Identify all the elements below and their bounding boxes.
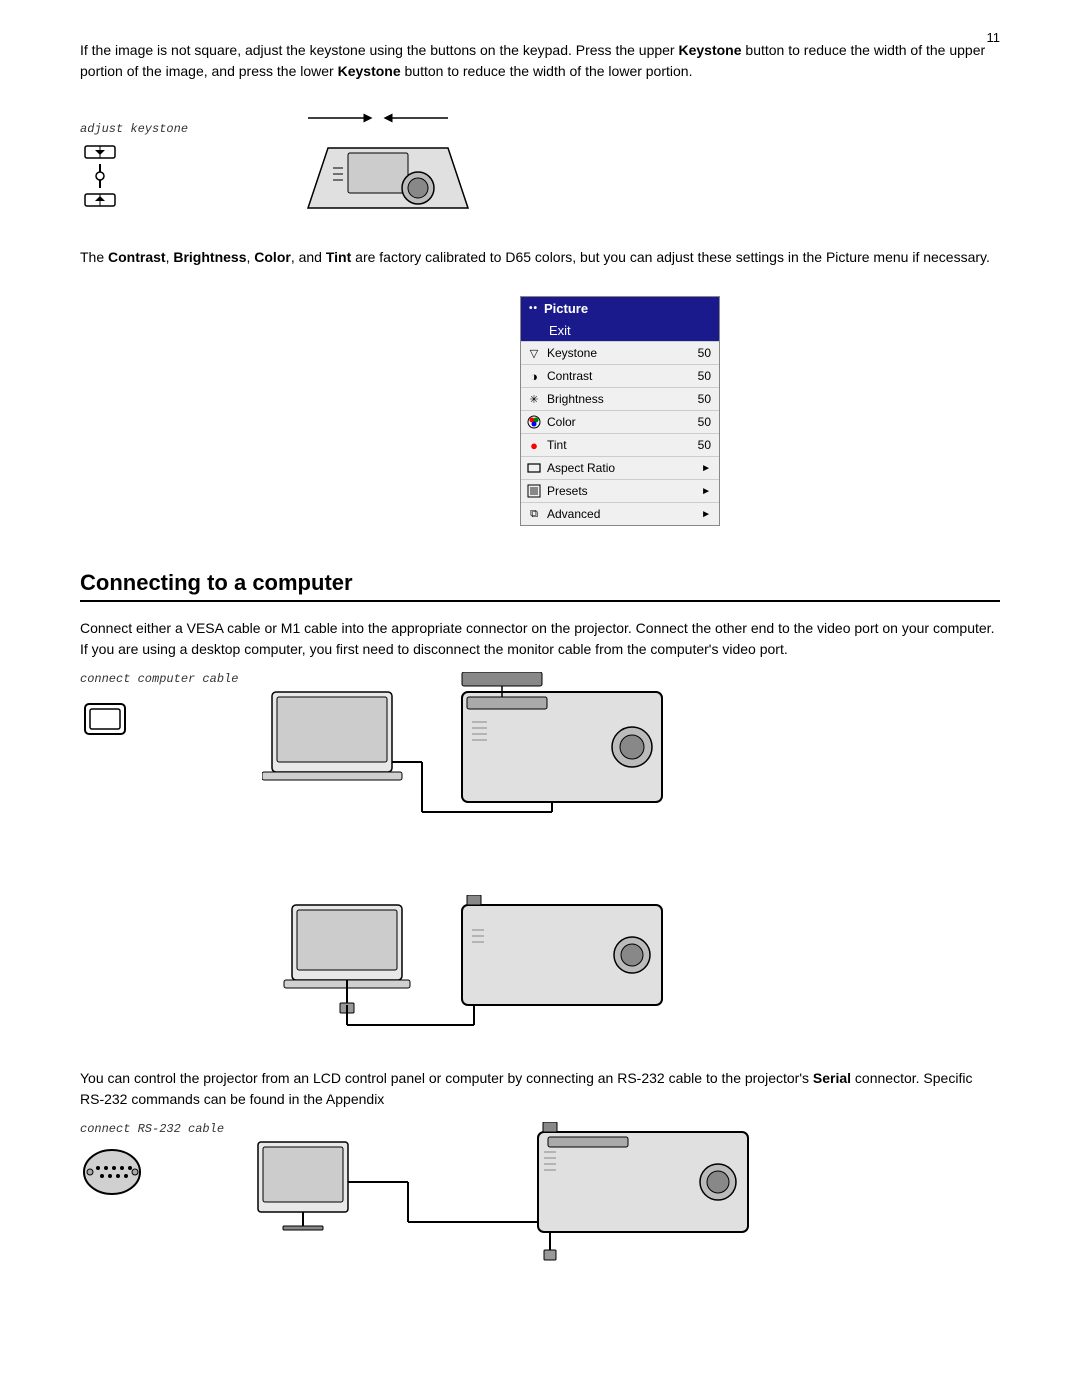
aspect-ratio-label: Aspect Ratio (547, 461, 697, 475)
menu-item-tint[interactable]: ● Tint 50 (521, 433, 719, 456)
picture-paragraph: The Contrast, Brightness, Color, and Tin… (80, 247, 1000, 268)
tint-value: 50 (698, 438, 711, 452)
color-label: Color (547, 415, 694, 429)
keystone-value: 50 (698, 346, 711, 360)
keystone-projector-diagram (248, 98, 508, 231)
advanced-menu-icon: ⧉ (525, 505, 543, 523)
tint-menu-icon: ● (525, 436, 543, 454)
advanced-label: Advanced (547, 507, 697, 521)
cable-icon (80, 694, 238, 747)
menu-item-advanced[interactable]: ⧉ Advanced ► (521, 502, 719, 525)
connect-cable-diagram-right (262, 672, 1000, 1048)
menu-dots-icon: •• (529, 303, 538, 314)
connecting-paragraph: Connect either a VESA cable or M1 cable … (80, 618, 1000, 660)
presets-label: Presets (547, 484, 697, 498)
keystone-bottom-icon (80, 192, 120, 208)
keystone-paragraph: If the image is not square, adjust the k… (80, 40, 1000, 82)
page-number: 11 (987, 30, 1001, 45)
menu-item-keystone[interactable]: ▽ Keystone 50 (521, 341, 719, 364)
color-value: 50 (698, 415, 711, 429)
brightness-label: Brightness (547, 392, 694, 406)
menu-title: Picture (544, 301, 588, 316)
rs232-diagram-right (248, 1122, 1000, 1275)
keystone-menu-icon: ▽ (525, 344, 543, 362)
picture-menu: •• Picture Exit ▽ Keystone 50 ◑ Contrast… (520, 296, 720, 526)
menu-item-aspect-ratio[interactable]: Aspect Ratio ► (521, 456, 719, 479)
menu-item-presets[interactable]: Presets ► (521, 479, 719, 502)
presets-arrow-icon: ► (701, 486, 711, 497)
menu-exit-item[interactable]: Exit (521, 320, 719, 341)
connect-cable-left: connect computer cable (80, 672, 238, 747)
advanced-arrow-icon: ► (701, 509, 711, 520)
menu-header: •• Picture (521, 297, 719, 320)
rs232-diagram: connect RS-232 cable (80, 1122, 1000, 1275)
aspect-ratio-menu-icon (525, 459, 543, 477)
picture-menu-container: •• Picture Exit ▽ Keystone 50 ◑ Contrast… (80, 280, 1000, 542)
menu-item-color[interactable]: Color 50 (521, 410, 719, 433)
tint-label: Tint (547, 438, 694, 452)
connect-cable-svg (262, 672, 682, 892)
menu-item-contrast[interactable]: ◑ Contrast 50 (521, 364, 719, 387)
brightness-menu-icon: ✳ (525, 390, 543, 408)
rs232-svg (248, 1122, 768, 1272)
rs232-left: connect RS-232 cable (80, 1122, 224, 1202)
rs232-icon (80, 1144, 224, 1202)
rs232-caption: connect RS-232 cable (80, 1122, 224, 1136)
connecting-heading: Connecting to a computer (80, 570, 1000, 602)
presets-menu-icon (525, 482, 543, 500)
connect-cable-caption: connect computer cable (80, 672, 238, 686)
connect-cable-diagram: connect computer cable (80, 672, 1000, 1048)
keystone-top-icon (80, 144, 120, 160)
connect-cable-m1-svg (262, 895, 682, 1045)
keystone-figure-left: adjust keystone (80, 122, 188, 208)
keystone-rod-icon (95, 164, 105, 188)
brightness-value: 50 (698, 392, 711, 406)
rs232-paragraph: You can control the projector from an LC… (80, 1068, 1000, 1110)
keystone-projector-svg (248, 98, 508, 228)
contrast-label: Contrast (547, 369, 694, 383)
aspect-ratio-arrow-icon: ► (701, 463, 711, 474)
contrast-value: 50 (698, 369, 711, 383)
keystone-label: Keystone (547, 346, 694, 360)
keystone-icon (80, 144, 120, 208)
contrast-menu-icon: ◑ (525, 367, 543, 385)
color-menu-icon (525, 413, 543, 431)
menu-item-brightness[interactable]: ✳ Brightness 50 (521, 387, 719, 410)
keystone-caption: adjust keystone (80, 122, 188, 136)
keystone-figure-row: adjust keystone (80, 98, 1000, 231)
